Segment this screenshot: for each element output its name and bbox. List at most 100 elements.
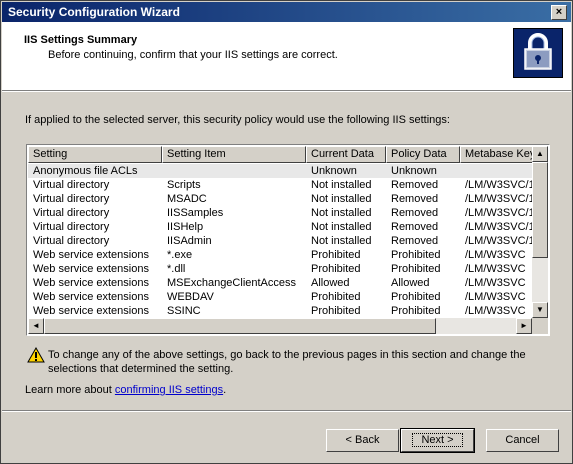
table-cell: Allowed <box>391 277 430 289</box>
vertical-scrollbar[interactable]: ▲ ▼ <box>532 146 548 318</box>
table-cell: *.exe <box>167 249 193 261</box>
table-cell: *.dll <box>167 263 186 275</box>
scroll-up-button[interactable]: ▲ <box>532 146 548 162</box>
window-title: Security Configuration Wizard <box>8 5 180 19</box>
column-header[interactable]: Policy Data <box>386 146 460 163</box>
table-cell: SSINC <box>167 305 201 317</box>
column-header[interactable]: Setting <box>28 146 162 163</box>
list-content: Setting Setting Item Current Data Policy Da… <box>28 146 532 318</box>
arrow-left-icon: ◄ <box>32 321 40 330</box>
table-row[interactable]: Virtual directory Scripts Not installed Rem… <box>28 178 532 192</box>
table-cell: Unknown <box>391 165 437 177</box>
horizontal-scrollbar[interactable]: ◄ ► <box>28 318 532 334</box>
table-cell: Not installed <box>311 193 372 205</box>
table-row[interactable]: Virtual directory IISAdmin Not installed Re… <box>28 234 532 248</box>
table-cell: Web service extensions <box>33 305 149 317</box>
table-cell: Virtual directory <box>33 193 110 205</box>
table-cell: /LM/W3SVC <box>465 305 526 317</box>
iis-settings-list[interactable]: Setting Setting Item Current Data Policy Da… <box>26 144 550 336</box>
warning-text: To change any of the above settings, go … <box>48 349 526 375</box>
table-row[interactable]: Web service extensions WEBDAV Prohibited Pr… <box>28 290 532 304</box>
table-cell: /LM/W3SVC/1, <box>465 221 532 233</box>
table-cell: Removed <box>391 193 439 205</box>
table-cell: Web service extensions <box>33 291 149 303</box>
table-cell: Removed <box>391 207 439 219</box>
wizard-header: IIS Settings Summary Before continuing, … <box>2 22 571 91</box>
table-cell: Web service extensions <box>33 249 149 261</box>
intro-text: If applied to the selected server, this … <box>25 114 450 126</box>
footer-divider <box>2 410 571 412</box>
table-cell: IISSamples <box>167 207 224 219</box>
table-cell: Unknown <box>311 165 357 177</box>
table-row[interactable]: Web service extensions *.dll Prohibited Pro… <box>28 262 532 276</box>
next-button-label: Next > <box>412 433 463 447</box>
table-cell: Prohibited <box>311 249 361 261</box>
table-row[interactable]: Virtual directory MSADC Not installed Remov… <box>28 192 532 206</box>
table-cell: /LM/W3SVC/1, <box>465 193 532 205</box>
table-cell: Removed <box>391 179 439 191</box>
page-title: IIS Settings Summary <box>24 34 138 46</box>
table-cell: Allowed <box>311 277 350 289</box>
learn-more-prefix: Learn more about <box>25 384 115 396</box>
table-cell: Prohibited <box>391 263 441 275</box>
table-row[interactable]: Web service extensions *.exe Prohibited Pro… <box>28 248 532 262</box>
table-row[interactable]: Web service extensions SSINC Prohibited Pro… <box>28 304 532 318</box>
table-cell: Removed <box>391 235 439 247</box>
table-cell: Scripts <box>167 179 201 191</box>
next-button[interactable]: Next > <box>400 428 475 453</box>
table-row[interactable]: Virtual directory IISHelp Not installed Rem… <box>28 220 532 234</box>
close-icon: × <box>555 6 563 18</box>
table-cell: /LM/W3SVC/1, <box>465 179 532 191</box>
table-cell: Prohibited <box>391 305 441 317</box>
scroll-down-button[interactable]: ▼ <box>532 302 548 318</box>
table-cell: Web service extensions <box>33 263 149 275</box>
table-cell: Prohibited <box>311 263 361 275</box>
table-cell: Not installed <box>311 207 372 219</box>
learn-more-suffix: . <box>223 384 227 396</box>
arrow-up-icon: ▲ <box>536 149 544 158</box>
page-subtitle: Before continuing, confirm that your IIS… <box>48 49 338 61</box>
arrow-right-icon: ► <box>520 321 528 330</box>
table-cell: MSADC <box>167 193 207 205</box>
title-bar[interactable]: Security Configuration Wizard × <box>2 2 571 22</box>
table-row[interactable]: Web service extensions MSExchangeClientAc… <box>28 276 532 290</box>
table-cell: MSExchangeClientAccess <box>167 277 297 289</box>
column-header[interactable]: Metabase Key <box>460 146 532 163</box>
table-cell: Virtual directory <box>33 235 110 247</box>
table-cell: /LM/W3SVC <box>465 249 526 261</box>
table-cell: IISAdmin <box>167 235 212 247</box>
table-cell: /LM/W3SVC/1, <box>465 235 532 247</box>
arrow-down-icon: ▼ <box>536 305 544 314</box>
table-cell: /LM/W3SVC <box>465 277 526 289</box>
learn-more: Learn more about confirming IIS settings… <box>25 384 226 396</box>
padlock-icon <box>513 28 563 78</box>
table-cell: Not installed <box>311 179 372 191</box>
table-cell: /LM/W3SVC <box>465 291 526 303</box>
scroll-left-button[interactable]: ◄ <box>28 318 44 334</box>
table-cell: /LM/W3SVC <box>465 263 526 275</box>
table-cell: Prohibited <box>391 291 441 303</box>
learn-more-link[interactable]: confirming IIS settings <box>115 384 223 396</box>
scrollbar-corner <box>532 318 548 334</box>
table-cell: WEBDAV <box>167 291 214 303</box>
scroll-right-button[interactable]: ► <box>516 318 532 334</box>
horizontal-scroll-thumb[interactable] <box>44 318 436 334</box>
table-cell: Web service extensions <box>33 277 149 289</box>
table-cell: Prohibited <box>311 291 361 303</box>
wizard-window: Security Configuration Wizard × IIS Sett… <box>0 0 573 464</box>
close-button[interactable]: × <box>551 5 567 20</box>
table-cell: Virtual directory <box>33 207 110 219</box>
table-row[interactable]: Virtual directory IISSamples Not installed… <box>28 206 532 220</box>
table-cell: Virtual directory <box>33 179 110 191</box>
table-cell: Prohibited <box>311 305 361 317</box>
cancel-button[interactable]: Cancel <box>486 429 559 452</box>
table-row[interactable]: Anonymous file ACLs Unknown Unknown <box>28 164 532 178</box>
table-cell: Virtual directory <box>33 221 110 233</box>
table-cell: IISHelp <box>167 221 204 233</box>
column-header[interactable]: Current Data <box>306 146 386 163</box>
back-button[interactable]: < Back <box>326 429 399 452</box>
table-cell: Anonymous file ACLs <box>33 165 138 177</box>
table-cell: Prohibited <box>391 249 441 261</box>
column-header[interactable]: Setting Item <box>162 146 306 163</box>
vertical-scroll-thumb[interactable] <box>532 162 548 258</box>
